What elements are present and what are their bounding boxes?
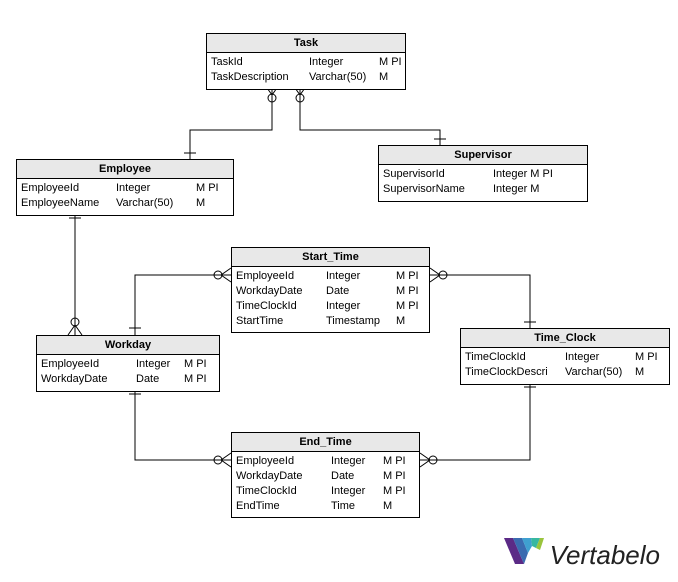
vertabelo-logo: Vertabelo [504, 538, 660, 572]
entity-body: EmployeeIdIntegerM PI WorkdayDateDateM P… [232, 452, 419, 517]
vertabelo-logo-icon [504, 538, 544, 572]
entity-body: EmployeeIdIntegerM PI WorkdayDateDateM P… [232, 267, 429, 332]
entity-workday: Workday EmployeeIdIntegerM PI WorkdayDat… [36, 335, 220, 392]
entity-title: Employee [17, 160, 233, 179]
entity-title: Time_Clock [461, 329, 669, 348]
entity-title: End_Time [232, 433, 419, 452]
entity-time-clock: Time_Clock TimeClockIdIntegerM PI TimeCl… [460, 328, 670, 385]
entity-body: TimeClockIdIntegerM PI TimeClockDescriVa… [461, 348, 669, 384]
entity-body: EmployeeIdIntegerM PI EmployeeNameVarcha… [17, 179, 233, 215]
entity-end-time: End_Time EmployeeIdIntegerM PI WorkdayDa… [231, 432, 420, 518]
entity-employee: Employee EmployeeIdIntegerM PI EmployeeN… [16, 159, 234, 216]
entity-supervisor: Supervisor SupervisorIdInteger M PI Supe… [378, 145, 588, 202]
entity-title: Start_Time [232, 248, 429, 267]
entity-title: Task [207, 34, 405, 53]
entity-title: Workday [37, 336, 219, 355]
entity-body: EmployeeIdIntegerM PI WorkdayDateDateM P… [37, 355, 219, 391]
entity-body: SupervisorIdInteger M PI SupervisorNameI… [379, 165, 587, 201]
entity-title: Supervisor [379, 146, 587, 165]
entity-start-time: Start_Time EmployeeIdIntegerM PI Workday… [231, 247, 430, 333]
vertabelo-logo-text: Vertabelo [550, 540, 660, 571]
entity-body: TaskIdIntegerM PI TaskDescriptionVarchar… [207, 53, 405, 89]
entity-task: Task TaskIdIntegerM PI TaskDescriptionVa… [206, 33, 406, 90]
